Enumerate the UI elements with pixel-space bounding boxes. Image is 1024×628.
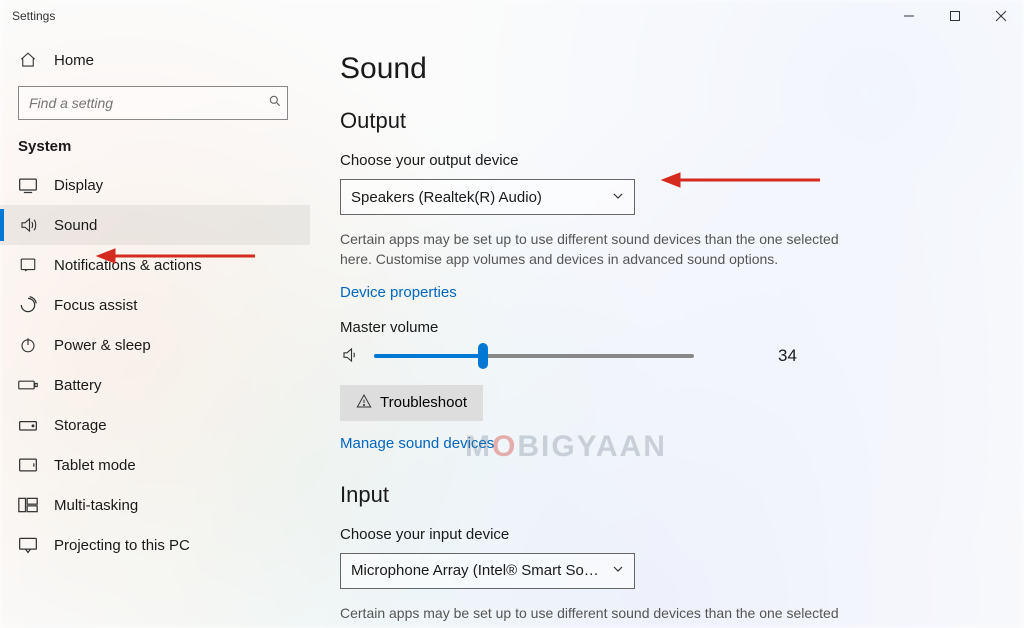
output-device-select[interactable]: Speakers (Realtek(R) Audio)	[340, 179, 635, 215]
storage-icon	[18, 415, 38, 435]
sidebar-item-power-sleep[interactable]: Power & sleep	[0, 325, 310, 365]
sidebar-item-display[interactable]: Display	[0, 165, 310, 205]
sidebar-item-label: Battery	[54, 377, 102, 394]
home-icon	[18, 50, 38, 70]
chevron-down-icon	[612, 189, 624, 206]
sidebar-item-tablet-mode[interactable]: Tablet mode	[0, 445, 310, 485]
home-label: Home	[54, 52, 94, 69]
slider-thumb[interactable]	[478, 343, 488, 369]
sidebar-item-battery[interactable]: Battery	[0, 365, 310, 405]
output-hint: Certain apps may be set up to use differ…	[340, 229, 860, 270]
input-hint: Certain apps may be set up to use differ…	[340, 603, 860, 628]
search-icon	[268, 94, 282, 111]
display-icon	[18, 175, 38, 195]
troubleshoot-button[interactable]: Troubleshoot	[340, 385, 483, 421]
input-choose-label: Choose your input device	[340, 526, 994, 543]
sidebar-item-sound[interactable]: Sound	[0, 205, 310, 245]
input-device-select[interactable]: Microphone Array (Intel® Smart So…	[340, 553, 635, 589]
sidebar-item-projecting[interactable]: Projecting to this PC	[0, 525, 310, 565]
tablet-icon	[18, 455, 38, 475]
master-volume-label: Master volume	[340, 319, 994, 336]
notifications-icon	[18, 255, 38, 275]
sidebar-item-focus-assist[interactable]: Focus assist	[0, 285, 310, 325]
sidebar: Home System Display Sound Notifications …	[0, 32, 310, 628]
output-choose-label: Choose your output device	[340, 152, 994, 169]
sound-icon	[18, 215, 38, 235]
sidebar-item-label: Multi-tasking	[54, 497, 138, 514]
maximize-button[interactable]	[932, 0, 978, 32]
sidebar-item-multitasking[interactable]: Multi-tasking	[0, 485, 310, 525]
master-volume-value: 34	[778, 346, 797, 366]
chevron-down-icon	[612, 562, 624, 579]
battery-icon	[18, 375, 38, 395]
output-heading: Output	[340, 108, 994, 134]
warning-icon	[356, 393, 372, 413]
output-device-value: Speakers (Realtek(R) Audio)	[351, 189, 542, 206]
sidebar-item-label: Tablet mode	[54, 457, 136, 474]
search-wrap	[0, 80, 310, 128]
sidebar-item-label: Power & sleep	[54, 337, 151, 354]
sidebar-section-title: System	[0, 128, 310, 165]
sidebar-home[interactable]: Home	[0, 40, 310, 80]
power-icon	[18, 335, 38, 355]
input-heading: Input	[340, 482, 994, 508]
sidebar-item-storage[interactable]: Storage	[0, 405, 310, 445]
troubleshoot-label: Troubleshoot	[380, 394, 467, 411]
search-input[interactable]	[18, 86, 288, 120]
annotation-arrow-output-select	[660, 170, 830, 193]
window-title: Settings	[12, 9, 55, 23]
titlebar: Settings	[0, 0, 1024, 32]
volume-icon[interactable]	[340, 346, 360, 367]
annotation-arrow-sound	[95, 246, 265, 269]
sidebar-item-label: Focus assist	[54, 297, 137, 314]
master-volume-slider[interactable]	[374, 354, 694, 358]
slider-fill	[374, 354, 483, 358]
watermark: MOBIGYAAN	[465, 430, 667, 464]
sidebar-item-label: Storage	[54, 417, 107, 434]
minimize-button[interactable]	[886, 0, 932, 32]
project-icon	[18, 535, 38, 555]
close-button[interactable]	[978, 0, 1024, 32]
sidebar-item-label: Display	[54, 177, 103, 194]
sidebar-item-label: Projecting to this PC	[54, 537, 190, 554]
sidebar-item-label: Sound	[54, 217, 97, 234]
content: Sound Output Choose your output device S…	[310, 32, 1024, 628]
page-title: Sound	[340, 52, 994, 86]
multitask-icon	[18, 495, 38, 515]
input-device-value: Microphone Array (Intel® Smart So…	[351, 562, 599, 579]
focus-icon	[18, 295, 38, 315]
device-properties-link[interactable]: Device properties	[340, 284, 457, 301]
